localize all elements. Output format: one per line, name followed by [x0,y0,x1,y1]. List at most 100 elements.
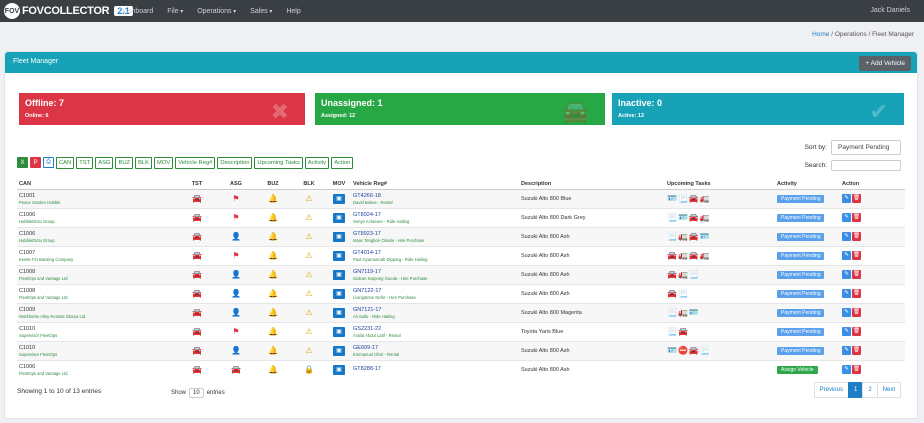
movement-car-icon[interactable]: ▣ [333,326,345,337]
vehicle-reg-link[interactable]: GT4014-17 [353,250,381,256]
upcoming-tasks-icons[interactable] [665,359,775,379]
nav-help[interactable]: Help [286,8,300,15]
upcoming-tasks-icons[interactable]: 📃🚛🪪 [665,302,775,322]
bell-icon[interactable]: 🔔 [268,346,278,355]
person-icon[interactable]: 👤 [231,289,241,298]
bell-icon[interactable]: 🔔 [268,327,278,336]
upcoming-tasks-icons[interactable]: 🚘🚛📃 [665,264,775,284]
movement-car-icon[interactable]: ▣ [333,269,345,280]
warning-icon[interactable]: ⚠ [305,289,312,298]
table-row[interactable]: C1001 Peace Garden Hubble 🚘 ⚑ 🔔 ⚠ ▣ GT4266-18 Da… [17,188,905,208]
col-blk[interactable]: BLK [291,180,327,190]
print-icon[interactable]: ⎙ [43,157,54,168]
person-icon[interactable]: 👤 [231,346,241,355]
vehicle-reg-link[interactable]: GE609-17 [353,345,378,351]
movement-car-icon[interactable]: ▣ [333,345,345,356]
edit-icon[interactable]: ✎ [842,251,851,260]
vehicle-reg-link[interactable]: GS2231-22 [353,326,381,332]
delete-icon[interactable]: 🗑 [852,346,861,355]
table-row[interactable]: C1006 HubbleDictu Group 🚘 ⚑ 🔔 ⚠ ▣ GT8924-17 Seny… [17,207,905,227]
flag-icon[interactable]: ⚑ [232,213,239,222]
nav-file[interactable]: File [167,8,183,15]
warning-icon[interactable]: ⚠ [305,251,312,260]
toggle-vehicle-reg[interactable]: Vehicle Reg# [175,157,216,169]
pagination-page-2[interactable]: 2 [862,382,878,398]
pdf-export-icon[interactable]: P [30,157,41,168]
upcoming-tasks-icons[interactable]: 🚘📃 [665,283,775,303]
excel-export-icon[interactable]: X [17,157,28,168]
tracker-status-icon[interactable]: 🚘 [192,289,202,298]
table-row[interactable]: C1009 Workhorse Alloy Rentals Ghana Ltd 🚘 👤… [17,302,905,322]
col-asg[interactable]: ASG [217,180,255,190]
warning-icon[interactable]: ⚠ [305,194,312,203]
tracker-status-icon[interactable]: 🚘 [192,308,202,317]
pagination-previous[interactable]: Previous [813,382,849,398]
warning-icon[interactable]: ⚠ [305,213,312,222]
warning-icon[interactable]: ⚠ [305,346,312,355]
flag-icon[interactable]: ⚑ [232,194,239,203]
vehicle-reg-link[interactable]: GN7121-17 [353,307,381,313]
bell-icon[interactable]: 🔔 [268,213,278,222]
activity-badge[interactable]: Payment Pending [777,289,825,298]
movement-car-icon[interactable]: ▣ [333,193,345,204]
table-row[interactable]: C1010 Supervisor FleetOps 🚘 ⚑ 🔔 ⚠ ▣ GS2231-22 Ar… [17,321,905,341]
edit-icon[interactable]: ✎ [842,213,851,222]
warning-icon[interactable]: ⚠ [305,270,312,279]
delete-icon[interactable]: 🗑 [852,289,861,298]
bell-icon[interactable]: 🔔 [268,194,278,203]
movement-car-icon[interactable]: ▣ [333,231,345,242]
bell-icon[interactable]: 🔔 [268,232,278,241]
inactive-stat[interactable]: Inactive: 0 Active: 13 ✔ [612,93,904,125]
warning-icon[interactable]: ⚠ [305,232,312,241]
vehicle-reg-link[interactable]: GN7122-17 [353,288,381,294]
edit-icon[interactable]: ✎ [842,194,851,203]
table-row[interactable]: C1008 FleetOps and Vantage Ltd 🚘 👤 🔔 ⚠ ▣ GN7119… [17,264,905,284]
edit-icon[interactable]: ✎ [842,346,851,355]
upcoming-tasks-icons[interactable]: 📃🪪🚘🚛 [665,207,775,227]
person-icon[interactable]: 👤 [231,232,241,241]
vehicle-reg-link[interactable]: GT8288-17 [353,366,381,372]
edit-icon[interactable]: ✎ [842,327,851,336]
table-row[interactable]: C1006 FleetOps and Vantage Ltd 🚘 🚘 🔔 🔒 ▣ GT8288… [17,359,905,379]
col-upcoming-tasks[interactable]: Upcoming Tasks [665,180,775,190]
col-description[interactable]: Description [519,180,665,190]
movement-car-icon[interactable]: ▣ [333,212,345,223]
flag-icon[interactable]: ⚑ [232,327,239,336]
tracker-status-icon[interactable]: 🚘 [192,270,202,279]
activity-badge[interactable]: Payment Pending [777,327,825,336]
table-row[interactable]: C1010 Supervisor FleetOps 🚘 👤 🔔 ⚠ ▣ GE609-17 Emm… [17,340,905,360]
sort-select[interactable]: Payment Pending [831,140,901,155]
pagination-page-1[interactable]: 1 [847,382,864,398]
col-action[interactable]: Action [840,180,905,190]
person-icon[interactable]: 👤 [231,308,241,317]
offline-stat[interactable]: Offline: 7 Online: 6 ✖ [19,93,305,125]
delete-icon[interactable]: 🗑 [852,232,861,241]
delete-icon[interactable]: 🗑 [852,365,861,375]
page-length-select[interactable]: 10 [189,388,204,398]
activity-badge[interactable]: Assign Vehicle [777,365,818,374]
delete-icon[interactable]: 🗑 [852,270,861,279]
flag-icon[interactable]: ⚑ [232,251,239,260]
col-activity[interactable]: Activity [775,180,840,190]
edit-icon[interactable]: ✎ [842,289,851,298]
col-vehicle-reg[interactable]: Vehicle Reg# [351,180,519,190]
edit-icon[interactable]: ✎ [842,270,851,279]
movement-car-icon[interactable]: ▣ [333,250,345,261]
tracker-status-icon[interactable]: 🚘 [192,365,202,374]
upcoming-tasks-icons[interactable]: 🚘🚛🚘🚛 [665,245,775,265]
activity-badge[interactable]: Payment Pending [777,194,825,203]
tracker-status-icon[interactable]: 🚘 [192,213,202,222]
tracker-status-icon[interactable]: 🚘 [192,251,202,260]
edit-icon[interactable]: ✎ [842,365,851,375]
app-logo[interactable]: FOV FOVCOLLECTOR 2.1 [4,3,133,19]
nav-dashboard[interactable]: Dashboard [119,8,153,15]
car-icon[interactable]: 🚘 [231,365,241,374]
upcoming-tasks-icons[interactable]: 📃🚘 [665,321,775,341]
warning-icon[interactable]: ⚠ [305,308,312,317]
bell-icon[interactable]: 🔔 [268,251,278,260]
toggle-can[interactable]: CAN [56,157,75,169]
toggle-action[interactable]: Action [331,157,354,169]
col-can[interactable]: CAN [17,180,177,190]
bell-icon[interactable]: 🔔 [268,270,278,279]
warning-icon[interactable]: ⚠ [305,327,312,336]
